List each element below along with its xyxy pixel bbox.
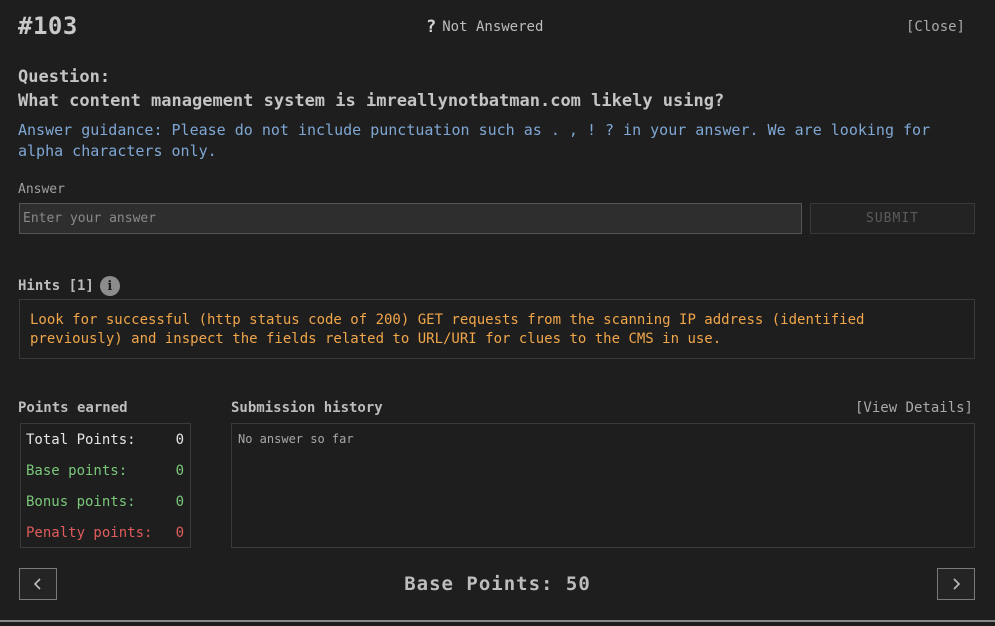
penalty-points-value: 0 <box>175 525 184 541</box>
submit-button[interactable]: SUBMIT <box>810 203 975 234</box>
hint-text: Look for successful (http status code of… <box>19 299 975 359</box>
answer-guidance: Answer guidance: Please do not include p… <box>18 121 931 160</box>
status-text: Not Answered <box>442 19 544 35</box>
base-points-label: Base points: <box>26 463 128 479</box>
chevron-right-icon <box>953 578 961 590</box>
question-number: #103 <box>18 12 78 40</box>
bonus-points-value: 0 <box>175 494 184 510</box>
no-answer-text: No answer so far <box>238 432 354 446</box>
points-box: Total Points: 0 Base points: 0 Bonus poi… <box>20 423 191 548</box>
submission-history-label: Submission history <box>231 400 383 416</box>
question-text: What content management system is imreal… <box>18 91 725 111</box>
total-points-row: Total Points: 0 <box>26 432 184 448</box>
total-points-value: 0 <box>175 432 184 448</box>
question-mark-icon: ? <box>426 17 437 37</box>
total-points-label: Total Points: <box>26 432 136 448</box>
answer-label: Answer <box>18 182 65 197</box>
points-earned-label: Points earned <box>18 400 128 416</box>
view-details-link[interactable]: [View Details] <box>855 400 973 416</box>
penalty-points-label: Penalty points: <box>26 525 153 541</box>
question-label: Question: <box>18 67 111 87</box>
base-points-footer: Base Points: 50 <box>404 573 591 595</box>
next-question-button[interactable] <box>937 568 975 600</box>
hints-header: Hints [1] i <box>18 276 120 296</box>
close-button[interactable]: [Close] <box>906 19 965 35</box>
bonus-points-label: Bonus points: <box>26 494 136 510</box>
base-points-row: Base points: 0 <box>26 463 184 479</box>
question-panel: #103 ? Not Answered [Close] Question: Wh… <box>0 0 995 626</box>
submission-history-box: No answer so far <box>231 423 975 548</box>
answer-input[interactable] <box>19 203 802 234</box>
hints-label: Hints [1] <box>18 278 94 294</box>
bonus-points-row: Bonus points: 0 <box>26 494 184 510</box>
bottom-divider <box>0 620 995 622</box>
base-points-value: 0 <box>175 463 184 479</box>
answer-status: ? Not Answered <box>426 17 543 37</box>
penalty-points-row: Penalty points: 0 <box>26 525 184 541</box>
info-icon[interactable]: i <box>99 276 120 296</box>
